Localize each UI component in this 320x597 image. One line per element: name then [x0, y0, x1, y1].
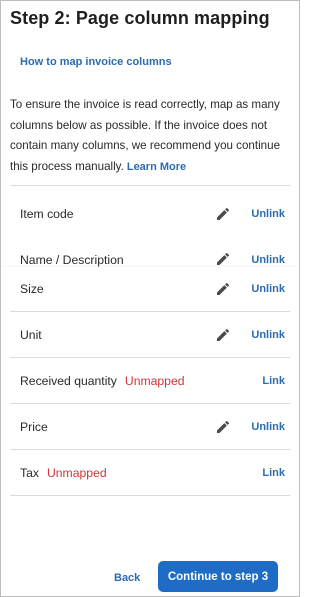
footer: Back Continue to step 3	[1, 546, 299, 596]
row-label: Unit	[20, 328, 42, 342]
unmapped-status: Unmapped	[124, 374, 185, 388]
row-label: Name / Description	[20, 253, 124, 267]
how-to-map-link[interactable]: How to map invoice columns	[20, 56, 172, 68]
row-label-text: Received quantity	[20, 374, 117, 388]
mapping-panel: Step 2: Page column mapping How to map i…	[0, 0, 300, 597]
row-label: Price	[20, 420, 48, 434]
page-title: Step 2: Page column mapping	[10, 8, 270, 28]
divider	[10, 185, 290, 186]
continue-button[interactable]: Continue to step 3	[158, 561, 278, 592]
unlink-button[interactable]: Unlink	[251, 329, 285, 341]
mapping-row-item-code: Item code Unlink	[1, 191, 299, 237]
row-label: Tax Unmapped	[20, 466, 107, 480]
row-label: Received quantity Unmapped	[20, 374, 185, 388]
pencil-icon[interactable]	[215, 206, 231, 222]
unmapped-status: Unmapped	[46, 466, 107, 480]
learn-more-link[interactable]: Learn More	[127, 161, 186, 173]
unlink-button[interactable]: Unlink	[251, 208, 285, 220]
mapping-row-tax: Tax Unmapped Link	[1, 450, 299, 496]
link-button[interactable]: Link	[262, 375, 285, 387]
back-button[interactable]: Back	[114, 572, 140, 584]
mapping-row-received-quantity: Received quantity Unmapped Link	[1, 358, 299, 404]
row-label-text: Tax	[20, 466, 39, 480]
unlink-button[interactable]: Unlink	[251, 254, 285, 266]
divider	[10, 495, 290, 496]
unlink-button[interactable]: Unlink	[251, 421, 285, 433]
pencil-icon[interactable]	[215, 281, 231, 297]
mapping-row-size: Size Unlink	[1, 267, 299, 313]
pencil-icon[interactable]	[215, 251, 231, 267]
mapping-row-unit: Unit Unlink	[1, 312, 299, 358]
mapping-row-price: Price Unlink	[1, 404, 299, 450]
pencil-icon[interactable]	[215, 327, 231, 343]
row-label: Size	[20, 282, 44, 296]
link-button[interactable]: Link	[262, 467, 285, 479]
intro-text: To ensure the invoice is read correctly,…	[10, 95, 292, 177]
row-label: Item code	[20, 207, 74, 221]
pencil-icon[interactable]	[215, 419, 231, 435]
mapping-row-name-description: Name / Description Unlink	[1, 237, 299, 267]
unlink-button[interactable]: Unlink	[251, 283, 285, 295]
